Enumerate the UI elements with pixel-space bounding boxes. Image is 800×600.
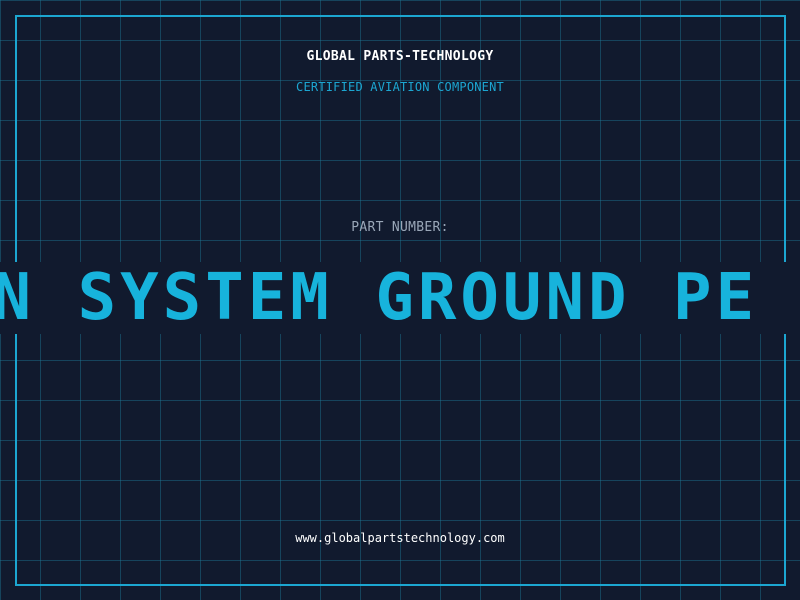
part-number-label: PART NUMBER:: [351, 220, 449, 235]
part-number-band: AN SYSTEM GROUND PE: [0, 262, 800, 334]
website-url: www.globalpartstechnology.com: [295, 531, 505, 545]
certification-subtitle: CERTIFIED AVIATION COMPONENT: [296, 80, 504, 94]
company-name: GLOBAL PARTS-TECHNOLOGY: [306, 49, 494, 64]
certificate-page: GLOBAL PARTS-TECHNOLOGY CERTIFIED AVIATI…: [0, 0, 800, 600]
part-number-value: AN SYSTEM GROUND PE: [0, 262, 759, 334]
